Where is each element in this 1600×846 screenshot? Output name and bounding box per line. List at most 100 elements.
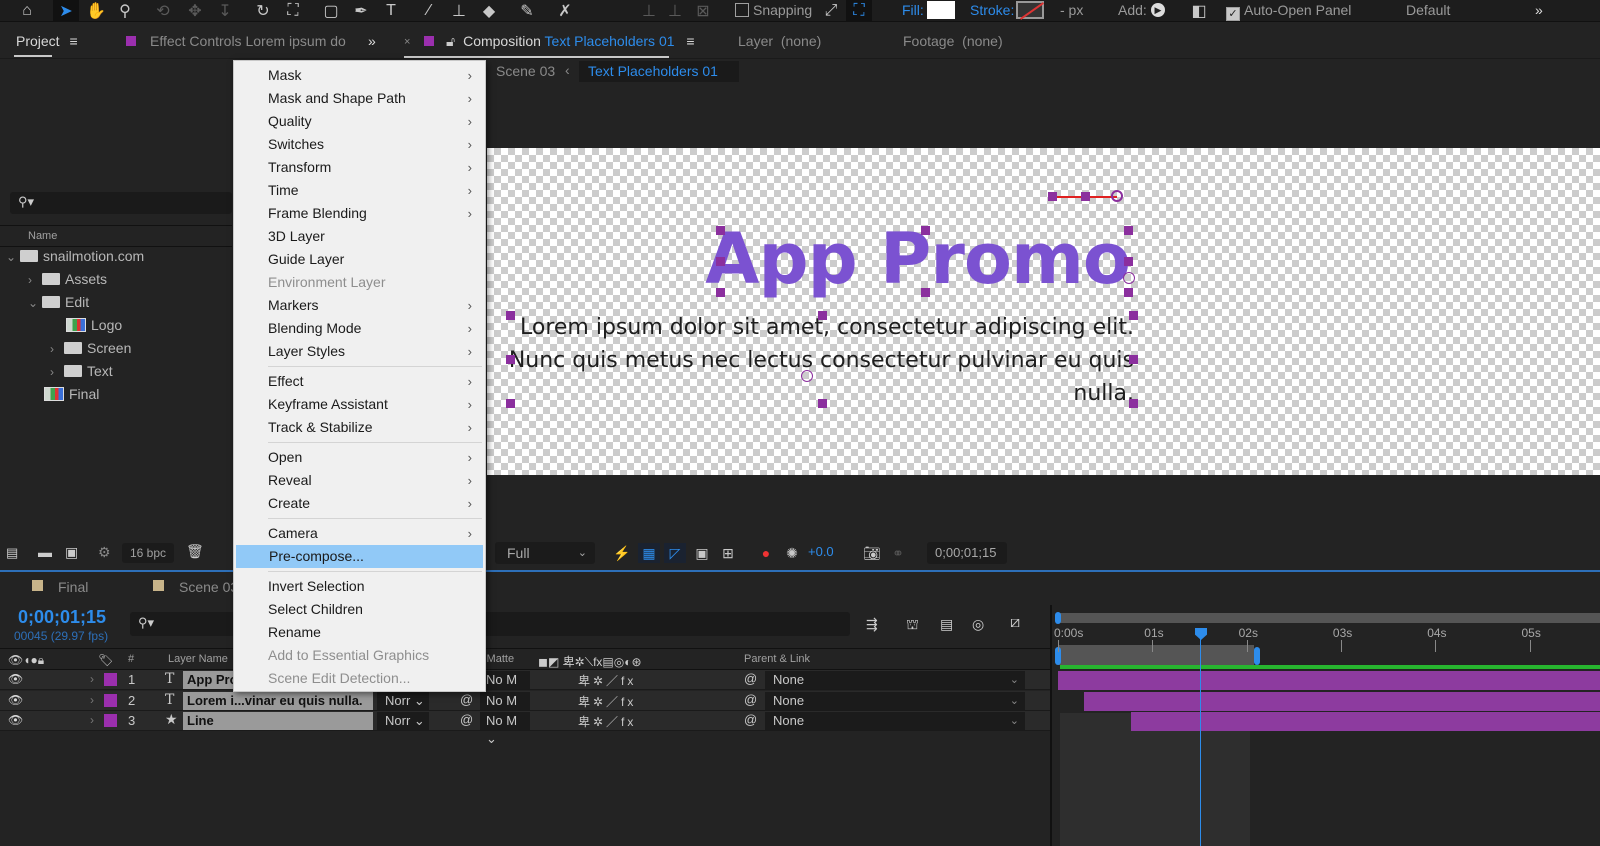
- shy-layers-icon[interactable]: ⛫: [906, 616, 919, 635]
- transform-handle[interactable]: [506, 355, 515, 364]
- timeline-tab-scene-03[interactable]: Scene 03: [179, 579, 238, 595]
- project-search-input[interactable]: ⚲▾: [10, 192, 232, 214]
- transform-handle[interactable]: [921, 288, 930, 297]
- menu-item-guide-layer[interactable]: Guide Layer: [235, 248, 484, 271]
- project-item-composition[interactable]: Logo: [66, 317, 122, 339]
- project-item-folder[interactable]: › Assets: [28, 271, 107, 293]
- visibility-eye-icon[interactable]: 👁︎: [8, 713, 23, 727]
- auto-open-panel-toggle[interactable]: ✓ Auto-Open Panel: [1226, 2, 1351, 21]
- chevron-right-icon[interactable]: ›: [50, 342, 64, 356]
- work-area-end-handle[interactable]: [1254, 647, 1260, 665]
- project-item-folder[interactable]: › Screen: [50, 340, 131, 362]
- panel-toggle-icon[interactable]: ◧: [1186, 0, 1212, 22]
- layer-bar[interactable]: [1131, 712, 1600, 731]
- anchor-point-icon[interactable]: [1111, 190, 1123, 202]
- composition-flowchart-icon[interactable]: ⇶: [866, 616, 878, 633]
- menu-item-switches[interactable]: Switches ›: [235, 133, 484, 156]
- transform-handle[interactable]: [818, 311, 827, 320]
- track-matte-select[interactable]: No M ⌄: [480, 671, 530, 705]
- transform-handle[interactable]: [716, 257, 725, 266]
- pick-whip-icon[interactable]: @: [460, 712, 473, 727]
- trash-icon[interactable]: 🗑︎: [186, 543, 204, 560]
- menu-item-transform[interactable]: Transform ›: [235, 156, 484, 179]
- layer-label-color[interactable]: [104, 694, 117, 707]
- menu-item-frame-blending[interactable]: Frame Blending ›: [235, 202, 484, 225]
- chevron-down-icon[interactable]: ⌄: [28, 296, 42, 310]
- title-text-layer[interactable]: App Promo: [705, 218, 1131, 300]
- add-menu-icon[interactable]: ▶: [1151, 3, 1165, 17]
- timeline-tab-final[interactable]: Final: [58, 579, 88, 595]
- layer-label-color[interactable]: [104, 714, 117, 727]
- close-tab-icon[interactable]: ×: [404, 36, 410, 48]
- transform-handle[interactable]: [1124, 257, 1133, 266]
- tab-effect-controls[interactable]: Effect Controls Lorem ipsum do: [126, 33, 346, 49]
- transform-handle[interactable]: [716, 226, 725, 235]
- playhead-line[interactable]: [1200, 630, 1201, 846]
- menu-item-3d-layer[interactable]: 3D Layer: [235, 225, 484, 248]
- grid-guides-icon[interactable]: ⊞: [717, 543, 739, 563]
- stroke-width[interactable]: - px: [1060, 2, 1083, 18]
- render-icon[interactable]: ⚙: [98, 544, 111, 561]
- resolution-select[interactable]: Full ⌄: [495, 542, 595, 564]
- time-navigator[interactable]: [1058, 613, 1600, 623]
- workspace-default[interactable]: Default: [1406, 2, 1450, 18]
- menu-item-effect[interactable]: Effect ›: [235, 370, 484, 393]
- panel-overflow-icon[interactable]: »: [368, 33, 376, 49]
- current-timecode[interactable]: 0;00;01;15: [18, 607, 106, 628]
- layer-bar[interactable]: [1084, 692, 1600, 711]
- selection-tool-icon[interactable]: ➤: [53, 0, 79, 22]
- transform-handle[interactable]: [1129, 399, 1138, 408]
- tab-project[interactable]: Project ≡: [14, 33, 78, 57]
- transform-handle[interactable]: [818, 399, 827, 408]
- layer-switches[interactable]: 卑✲／fx: [578, 713, 636, 730]
- transform-handle[interactable]: [1048, 192, 1057, 201]
- menu-item-select-children[interactable]: Select Children: [235, 598, 484, 621]
- workspace-overflow-icon[interactable]: »: [1535, 2, 1543, 18]
- dolly-camera-icon[interactable]: ↧: [212, 0, 238, 22]
- project-item-folder[interactable]: ⌄ snailmotion.com: [6, 248, 144, 270]
- transform-handle[interactable]: [1129, 311, 1138, 320]
- menu-item-invert-selection[interactable]: Invert Selection: [235, 575, 484, 598]
- exposure-value[interactable]: +0.0: [808, 544, 834, 559]
- chevron-right-icon[interactable]: ›: [90, 713, 94, 727]
- auto-open-checkbox[interactable]: ✓: [1226, 7, 1240, 21]
- pick-whip-icon[interactable]: @: [460, 692, 473, 707]
- transform-handle[interactable]: [1081, 192, 1090, 201]
- menu-item-reveal[interactable]: Reveal ›: [235, 469, 484, 492]
- track-matte-select[interactable]: No M ⌄: [480, 712, 530, 746]
- new-folder-icon[interactable]: ▬: [38, 544, 52, 560]
- rectangle-tool-icon[interactable]: ▢: [318, 0, 344, 22]
- layer-row[interactable]: 👁︎ › 1 T App Promo No M ⌄ 卑✲／fx @ None⌄: [0, 670, 1050, 705]
- exposure-reset-icon[interactable]: ✺: [781, 543, 803, 563]
- parent-select[interactable]: None ⌄: [765, 712, 1025, 730]
- transform-handle[interactable]: [921, 226, 930, 235]
- brush-tool-icon[interactable]: ⁄: [416, 0, 442, 22]
- menu-item-open[interactable]: Open ›: [235, 446, 484, 469]
- zoom-tool-icon[interactable]: ⚲: [112, 0, 138, 22]
- region-of-interest-icon[interactable]: ▣: [691, 543, 713, 563]
- name-column-header[interactable]: Name: [28, 230, 57, 242]
- eraser-icon[interactable]: ◆: [476, 0, 502, 22]
- transform-handle[interactable]: [716, 288, 725, 297]
- view-axis-icon[interactable]: ⊠: [690, 0, 716, 22]
- chevron-right-icon[interactable]: ›: [90, 672, 94, 686]
- pick-whip-icon[interactable]: @: [744, 712, 757, 727]
- breadcrumb-parent[interactable]: Scene 03: [496, 63, 555, 79]
- comp-canvas[interactable]: App Promo Lorem ipsum dolor sit amet, co…: [487, 148, 1600, 475]
- hand-tool-icon[interactable]: ✋: [83, 0, 109, 22]
- type-tool-icon[interactable]: T: [378, 0, 404, 22]
- menu-item-track-stabilize[interactable]: Track & Stabilize ›: [235, 416, 484, 439]
- menu-item-pre-compose[interactable]: Pre-compose...: [236, 545, 483, 568]
- menu-item-markers[interactable]: Markers ›: [235, 294, 484, 317]
- tab-footage[interactable]: Footage (none): [903, 33, 1003, 49]
- motion-blur-icon[interactable]: ◎: [972, 616, 984, 633]
- transform-handle[interactable]: [1124, 288, 1133, 297]
- menu-item-blending-mode[interactable]: Blending Mode ›: [235, 317, 484, 340]
- orbit-camera-icon[interactable]: ⟲: [150, 0, 176, 22]
- transform-handle[interactable]: [1129, 355, 1138, 364]
- project-item-folder[interactable]: ⌄ Edit: [28, 294, 89, 316]
- parent-select[interactable]: None ⌄: [765, 692, 1025, 710]
- transparency-grid-icon[interactable]: ▦: [638, 543, 660, 563]
- layer-name-column-header[interactable]: Layer Name: [168, 653, 228, 665]
- layer-name[interactable]: Line: [183, 712, 373, 730]
